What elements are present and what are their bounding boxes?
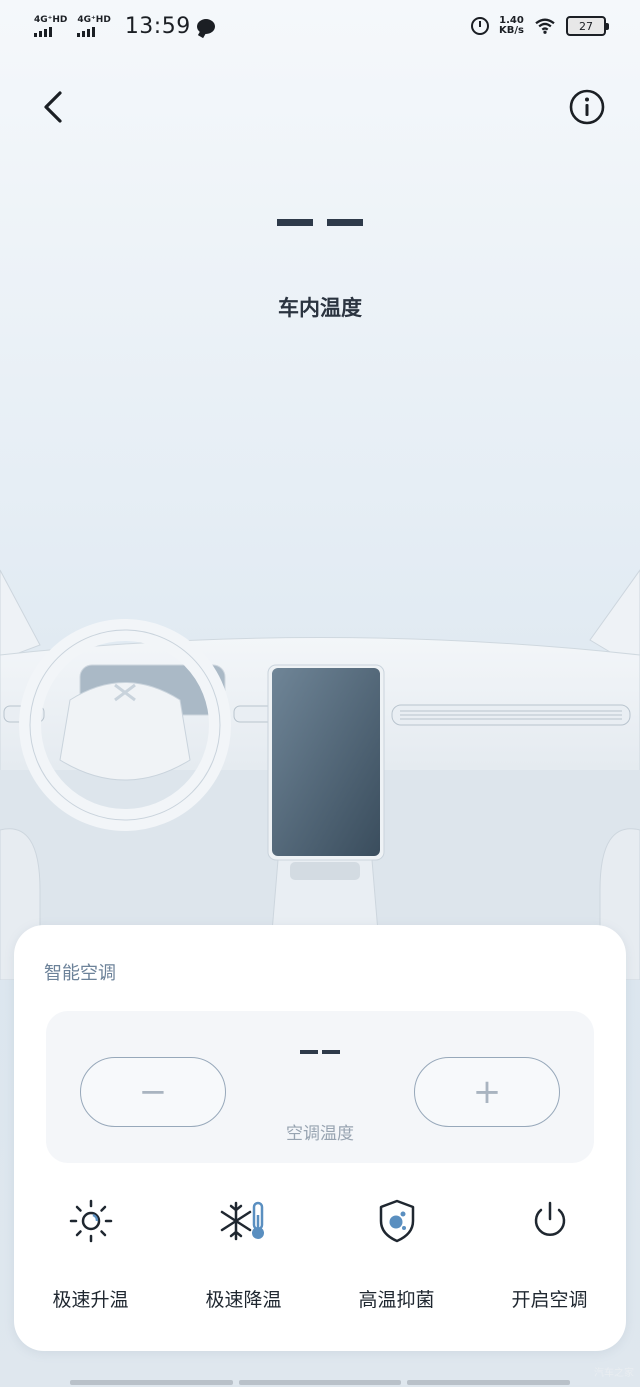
sim2-signal: 4G⁺HD — [77, 14, 111, 37]
action-label: 极速降温 — [205, 1289, 282, 1311]
sim2-label: 4G⁺HD — [77, 14, 111, 25]
signal-bars-icon — [77, 26, 96, 37]
action-label: 高温抑菌 — [358, 1289, 435, 1311]
watermark: 汽车之家 — [594, 1368, 634, 1379]
network-speed: 1.40 KB/s — [499, 15, 524, 37]
rapid-cool-button[interactable]: 极速降温 — [167, 1197, 320, 1312]
ac-power-button[interactable]: 开启空调 — [473, 1197, 626, 1312]
rapid-heat-button[interactable]: 极速升温 — [14, 1197, 167, 1312]
ac-temperature-value — [46, 1039, 594, 1058]
battery-indicator: 27 — [566, 16, 609, 36]
info-icon[interactable] — [568, 88, 606, 126]
action-label: 开启空调 — [511, 1289, 588, 1311]
quick-actions: 极速升温 极速降温 高温抑菌 开启空调 — [14, 1197, 626, 1312]
snowflake-thermometer-icon — [220, 1201, 264, 1241]
signal-bars-icon — [34, 26, 52, 37]
power-icon — [534, 1201, 565, 1236]
car-interior-illustration — [0, 569, 640, 980]
dash — [277, 218, 313, 226]
message-icon — [196, 18, 215, 34]
clock: 13:59 — [124, 13, 191, 39]
card-title: 智能空调 — [44, 963, 116, 984]
cabin-temperature-label: 车内温度 — [278, 296, 362, 320]
back-arrow-icon[interactable] — [34, 85, 74, 129]
dash — [322, 1050, 340, 1054]
network-speed-unit: KB/s — [499, 25, 524, 36]
dash — [327, 218, 363, 226]
action-label: 极速升温 — [52, 1289, 129, 1311]
increase-temperature-button[interactable]: + — [414, 1057, 560, 1127]
sim1-signal: 4G⁺HD — [34, 14, 68, 37]
page-indicator — [70, 1380, 571, 1385]
sim1-label: 4G⁺HD — [34, 14, 68, 25]
cabin-temperature-value — [0, 194, 640, 245]
alarm-icon — [471, 17, 490, 35]
wifi-icon — [535, 18, 555, 34]
decrease-temperature-button[interactable]: − — [80, 1057, 226, 1127]
shield-germ-icon — [379, 1199, 414, 1243]
ac-temperature-panel: − 空调温度 + — [46, 1011, 594, 1163]
smart-ac-card: 智能空调 − 空调温度 + 极速升温 极速降温 高温抑菌 开启空调 — [14, 925, 626, 1351]
sun-icon — [69, 1199, 112, 1243]
dash — [300, 1050, 318, 1054]
status-bar: 4G⁺HD 4G⁺HD 13:59 1.40 KB/s 27 — [0, 0, 640, 52]
sterilize-button[interactable]: 高温抑菌 — [320, 1197, 473, 1312]
